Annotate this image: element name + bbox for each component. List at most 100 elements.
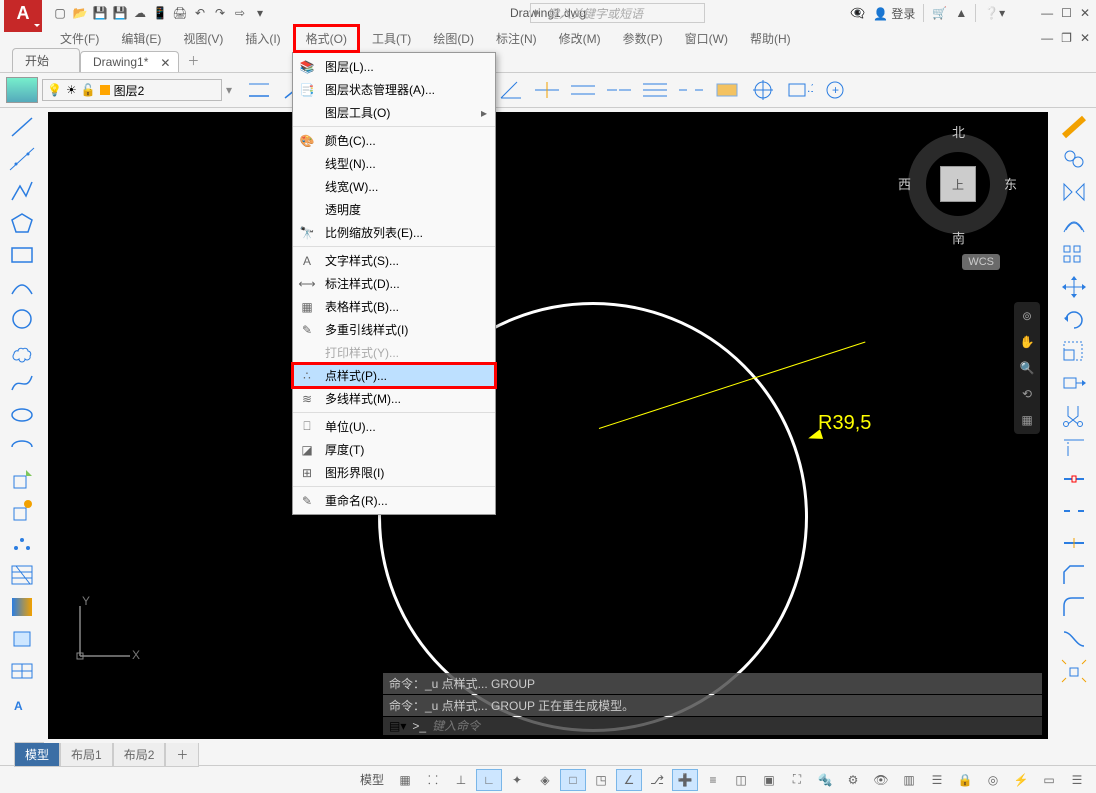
- menu-item-transparency[interactable]: 透明度: [293, 198, 495, 221]
- lwt-icon[interactable]: ≡: [700, 769, 726, 791]
- orbit-icon[interactable]: ⟲: [1017, 384, 1037, 404]
- make-block-icon[interactable]: [5, 496, 39, 526]
- copy-icon[interactable]: [1057, 144, 1091, 174]
- gradient-icon[interactable]: [5, 592, 39, 622]
- search-input[interactable]: 键入关键字或短语: [530, 3, 705, 23]
- menu-modify[interactable]: 修改(M): [549, 27, 611, 50]
- tab-drawing[interactable]: Drawing1*✕: [80, 51, 179, 72]
- ellipse-icon[interactable]: [5, 400, 39, 430]
- menu-file[interactable]: 文件(F): [50, 27, 109, 50]
- ws-icon[interactable]: ⚙: [840, 769, 866, 791]
- save-icon[interactable]: 💾: [92, 5, 108, 21]
- saveas-icon[interactable]: 💾: [112, 5, 128, 21]
- menu-item-text-style[interactable]: A文字样式(S)...: [293, 249, 495, 272]
- menu-item-layer[interactable]: 📚图层(L)...: [293, 55, 495, 78]
- menu-item-mleader-style[interactable]: ✎多重引线样式(I): [293, 318, 495, 341]
- menu-insert[interactable]: 插入(I): [235, 27, 290, 50]
- polar-icon[interactable]: ✦: [504, 769, 530, 791]
- web-icon[interactable]: ☁: [132, 5, 148, 21]
- rectangle-icon[interactable]: [5, 240, 39, 270]
- showmotion-icon[interactable]: ▦: [1017, 410, 1037, 430]
- open-icon[interactable]: 📂: [72, 5, 88, 21]
- cart-icon[interactable]: 🛒: [932, 6, 947, 20]
- nav-wheel-icon[interactable]: ⊚: [1017, 306, 1037, 326]
- status-model-label[interactable]: 模型: [354, 771, 390, 788]
- minimize-icon[interactable]: —: [1041, 6, 1053, 20]
- hatch-icon[interactable]: [5, 560, 39, 590]
- clean-screen-icon[interactable]: ▭: [1036, 769, 1062, 791]
- menu-item-layer-state[interactable]: 📑图层状态管理器(A)...: [293, 78, 495, 101]
- quick-props-icon[interactable]: ☰: [924, 769, 950, 791]
- scale-icon[interactable]: [1057, 336, 1091, 366]
- menu-param[interactable]: 参数(P): [613, 27, 673, 50]
- infer-icon[interactable]: ⊥: [448, 769, 474, 791]
- erase-icon[interactable]: [1057, 112, 1091, 142]
- circle-icon[interactable]: [5, 304, 39, 334]
- line-icon[interactable]: [5, 112, 39, 142]
- command-input[interactable]: ▤▾ >_: [383, 717, 1042, 735]
- mtext-icon[interactable]: A: [5, 688, 39, 718]
- dim-angular-icon[interactable]: [494, 76, 528, 104]
- tpy-icon[interactable]: ◫: [728, 769, 754, 791]
- doc-close-icon[interactable]: ✕: [1080, 31, 1090, 45]
- viewcube[interactable]: 上 北 南 东 西: [898, 124, 1018, 244]
- wcs-badge[interactable]: WCS: [962, 254, 1000, 270]
- menu-item-dim-style[interactable]: ⟷标注样式(D)...: [293, 272, 495, 295]
- arc-icon[interactable]: [5, 272, 39, 302]
- layout-tab-model[interactable]: 模型: [14, 742, 60, 767]
- share-icon[interactable]: ⇨: [232, 5, 248, 21]
- viewcube-top-face[interactable]: 上: [940, 166, 976, 202]
- undo-icon[interactable]: ↶: [192, 5, 208, 21]
- point-icon[interactable]: [5, 528, 39, 558]
- user-icon[interactable]: 👤 登录: [873, 5, 915, 22]
- dim-quick-icon[interactable]: [530, 76, 564, 104]
- offset-icon[interactable]: [1057, 208, 1091, 238]
- menu-item-units[interactable]: ⎕单位(U)...: [293, 415, 495, 438]
- app-icon[interactable]: A: [4, 0, 42, 32]
- stretch-icon[interactable]: [1057, 368, 1091, 398]
- layout-tab-layout1[interactable]: 布局1: [60, 742, 113, 767]
- qp-icon[interactable]: ▣: [756, 769, 782, 791]
- iso-icon[interactable]: ◈: [532, 769, 558, 791]
- dyn-icon[interactable]: ➕: [672, 769, 698, 791]
- tab-close-icon[interactable]: ✕: [160, 56, 170, 70]
- menu-item-layer-tools[interactable]: 图层工具(O)▸: [293, 101, 495, 124]
- layer-mgr-icon[interactable]: ▾: [226, 83, 232, 97]
- tab-start[interactable]: 开始: [12, 48, 80, 72]
- center-mark-icon[interactable]: [746, 76, 780, 104]
- sc-icon[interactable]: ⛶: [784, 769, 810, 791]
- menu-item-rename[interactable]: ✎重命名(R)...: [293, 489, 495, 512]
- redo-icon[interactable]: ↷: [212, 5, 228, 21]
- menu-item-point-style[interactable]: ∴点样式(P)...: [293, 364, 495, 387]
- layer-dropdown[interactable]: 💡 ☀ 🔓 图层2: [42, 79, 222, 101]
- hardware-icon[interactable]: ⚡: [1008, 769, 1034, 791]
- trim-icon[interactable]: [1057, 400, 1091, 430]
- menu-item-color[interactable]: 🎨颜色(C)...: [293, 129, 495, 152]
- tab-add-button[interactable]: ＋: [179, 49, 207, 72]
- chamfer-icon[interactable]: [1057, 560, 1091, 590]
- dim-space-icon[interactable]: [638, 76, 672, 104]
- search-icon[interactable]: 👁‍🗨: [850, 6, 865, 20]
- fillet-icon[interactable]: [1057, 592, 1091, 622]
- layout-tab-add[interactable]: ＋: [165, 742, 199, 767]
- command-text-input[interactable]: [432, 719, 1036, 733]
- osnap-icon[interactable]: □: [560, 769, 586, 791]
- customize-icon[interactable]: ☰: [1064, 769, 1090, 791]
- array-icon[interactable]: [1057, 240, 1091, 270]
- menu-help[interactable]: 帮助(H): [740, 27, 801, 50]
- layer-properties-icon[interactable]: [6, 77, 38, 103]
- xline-icon[interactable]: [5, 144, 39, 174]
- close-icon[interactable]: ✕: [1080, 6, 1090, 20]
- menu-item-limits[interactable]: ⊞图形界限(I): [293, 461, 495, 484]
- spline-icon[interactable]: [5, 368, 39, 398]
- ortho-icon[interactable]: ∟: [476, 769, 502, 791]
- phone-icon[interactable]: 📱: [152, 5, 168, 21]
- layout-tab-layout2[interactable]: 布局2: [113, 742, 166, 767]
- zoom-extents-icon[interactable]: 🔍: [1017, 358, 1037, 378]
- snap-icon[interactable]: ⸬: [420, 769, 446, 791]
- revcloud-icon[interactable]: [5, 336, 39, 366]
- ellipse-arc-icon[interactable]: [5, 432, 39, 462]
- ducs-icon[interactable]: ⎇: [644, 769, 670, 791]
- explode-icon[interactable]: [1057, 656, 1091, 686]
- pan-icon[interactable]: ✋: [1017, 332, 1037, 352]
